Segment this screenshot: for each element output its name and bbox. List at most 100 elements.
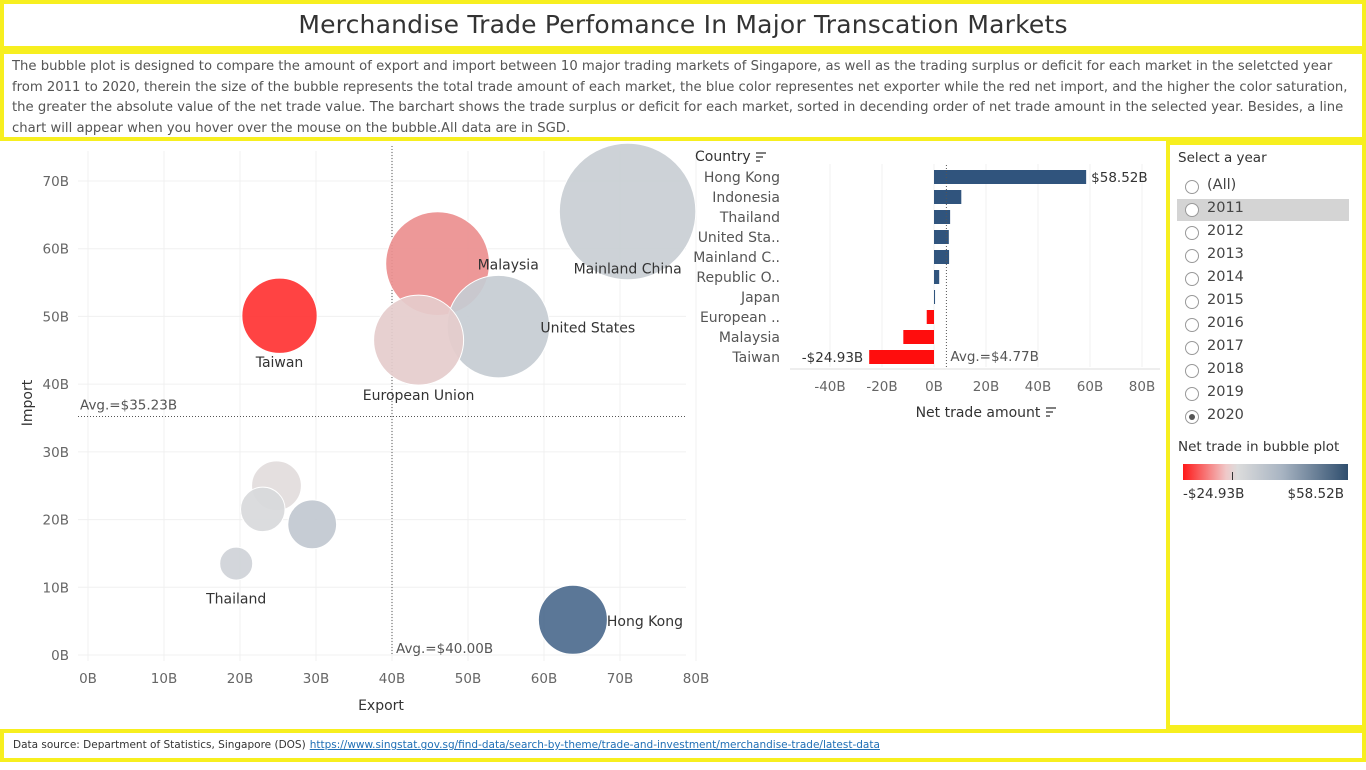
color-legend-zero-tick bbox=[1232, 472, 1233, 480]
year-option[interactable]: 2020 bbox=[1177, 406, 1349, 428]
bubble-plot[interactable]: 0B 10B 20B 30B 40B 50B 60B 70B 80B 0B 10B 20B 30B 40B… bbox=[20, 142, 709, 714]
bar-category-label: Japan bbox=[740, 290, 780, 306]
net-trade-bar[interactable] bbox=[934, 290, 936, 304]
net-trade-bar[interactable] bbox=[903, 330, 934, 344]
bubble-point[interactable] bbox=[373, 294, 465, 386]
radio-circle-icon[interactable] bbox=[1185, 364, 1199, 378]
bar-category-header: Country bbox=[695, 149, 751, 165]
year-option-label: 2013 bbox=[1207, 246, 1244, 262]
net-trade-bar[interactable] bbox=[934, 190, 962, 204]
year-option[interactable]: 2013 bbox=[1177, 245, 1349, 267]
bubble-x-tick-label: 80B bbox=[683, 671, 709, 687]
year-filter-title: Select a year bbox=[1178, 150, 1267, 166]
bubble-point[interactable] bbox=[287, 499, 338, 550]
radio-circle-icon[interactable] bbox=[1185, 387, 1199, 401]
bar-category-label: Taiwan bbox=[731, 350, 780, 366]
bar-x-tick-label: 40B bbox=[1025, 379, 1051, 395]
bubble-point[interactable] bbox=[446, 274, 551, 379]
year-option-label: 2012 bbox=[1207, 223, 1244, 239]
bubble-x-axis-title: Export bbox=[358, 698, 404, 714]
bubble-point[interactable] bbox=[241, 277, 318, 354]
net-trade-bar[interactable] bbox=[869, 350, 934, 364]
bubble-y-avg-label: Avg.=$35.23B bbox=[80, 397, 177, 413]
dashboard-title: Merchandise Trade Perfomance In Major Tr… bbox=[298, 10, 1068, 39]
bubble-x-tick-label: 70B bbox=[607, 671, 633, 687]
color-legend-title: Net trade in bubble plot bbox=[1178, 439, 1340, 455]
year-option-label: 2017 bbox=[1207, 338, 1244, 354]
color-legend-gradient bbox=[1183, 464, 1348, 480]
color-legend-max: $58.52B bbox=[1287, 486, 1345, 502]
bar-category-label: European .. bbox=[700, 310, 780, 326]
year-option[interactable]: 2018 bbox=[1177, 360, 1349, 382]
bubble-x-tick-label: 60B bbox=[531, 671, 557, 687]
bubble-label: European Union bbox=[363, 388, 475, 404]
bubble-y-tick-label: 40B bbox=[43, 377, 69, 393]
year-option-label: 2014 bbox=[1207, 269, 1244, 285]
bubble-x-tick-label: 30B bbox=[303, 671, 329, 687]
radio-circle-icon[interactable] bbox=[1185, 318, 1199, 332]
year-option[interactable]: 2012 bbox=[1177, 222, 1349, 244]
radio-circle-icon[interactable] bbox=[1185, 295, 1199, 309]
year-option-label: 2018 bbox=[1207, 361, 1244, 377]
year-option-label: 2020 bbox=[1207, 407, 1244, 423]
net-trade-bar-chart[interactable]: Country -40B -20B 0B 20B 40B 60B 80B Net trade a… bbox=[693, 149, 1160, 421]
year-option-label: 2016 bbox=[1207, 315, 1244, 331]
year-option-label: 2011 bbox=[1207, 200, 1244, 216]
bar-category-label: Republic O.. bbox=[696, 270, 780, 286]
year-option[interactable]: 2017 bbox=[1177, 337, 1349, 359]
bubble-x-tick-label: 40B bbox=[379, 671, 405, 687]
radio-circle-icon[interactable] bbox=[1185, 272, 1199, 286]
bubble-x-tick-label: 0B bbox=[79, 671, 97, 687]
bar-category-label: Thailand bbox=[719, 210, 780, 226]
sort-icon[interactable] bbox=[756, 152, 766, 162]
bar-x-tick-label: -20B bbox=[866, 379, 897, 395]
radio-circle-icon[interactable] bbox=[1185, 180, 1199, 194]
year-option[interactable]: 2015 bbox=[1177, 291, 1349, 313]
sort-icon[interactable] bbox=[1046, 407, 1056, 417]
bar-x-axis-title: Net trade amount bbox=[916, 405, 1041, 421]
bubble-point[interactable] bbox=[240, 486, 286, 533]
radio-circle-icon[interactable] bbox=[1185, 203, 1199, 217]
bar-avg-label: Avg.=$4.77B bbox=[950, 349, 1039, 365]
radio-circle-icon[interactable] bbox=[1185, 341, 1199, 355]
title-panel: Merchandise Trade Perfomance In Major Tr… bbox=[0, 0, 1366, 50]
bubble-x-tick-label: 10B bbox=[151, 671, 177, 687]
bar-x-tick-label: 0B bbox=[925, 379, 943, 395]
radio-circle-icon[interactable] bbox=[1185, 226, 1199, 240]
year-option-label: (All) bbox=[1207, 177, 1237, 193]
source-link[interactable]: https://www.singstat.gov.sg/find-data/se… bbox=[310, 739, 880, 751]
year-option[interactable]: (All) bbox=[1177, 176, 1349, 198]
bubble-y-tick-label: 30B bbox=[43, 445, 69, 461]
bar-value-label: -$24.93B bbox=[802, 350, 863, 366]
year-option-label: 2015 bbox=[1207, 292, 1244, 308]
bubble-y-axis-title: Import bbox=[20, 379, 36, 426]
year-filter-panel: Select a year (All) 2011 2012 2013 2014 2015 2… bbox=[1166, 141, 1366, 729]
net-trade-bar[interactable] bbox=[934, 210, 951, 224]
year-option[interactable]: 2011 bbox=[1177, 199, 1349, 221]
bar-category-label: Mainland C.. bbox=[693, 250, 780, 266]
bubble-x-tick-label: 20B bbox=[227, 671, 253, 687]
bubble-y-tick-label: 50B bbox=[43, 309, 69, 325]
bubble-x-avg-label: Avg.=$40.00B bbox=[396, 641, 493, 657]
bubble-y-tick-label: 60B bbox=[43, 242, 69, 258]
year-option[interactable]: 2019 bbox=[1177, 383, 1349, 405]
bar-category-label: United Sta.. bbox=[698, 230, 780, 246]
bubble-point[interactable] bbox=[537, 584, 608, 655]
radio-circle-icon[interactable] bbox=[1185, 410, 1199, 424]
source-line: Data source: Department of Statistics, S… bbox=[4, 733, 1362, 757]
bar-x-tick-label: -40B bbox=[814, 379, 845, 395]
year-option[interactable]: 2014 bbox=[1177, 268, 1349, 290]
bubble-point[interactable] bbox=[558, 142, 697, 281]
bubble-label: Hong Kong bbox=[607, 614, 683, 630]
radio-circle-icon[interactable] bbox=[1185, 249, 1199, 263]
bubble-label: Thailand bbox=[205, 592, 266, 608]
year-option[interactable]: 2016 bbox=[1177, 314, 1349, 336]
net-trade-bar[interactable] bbox=[926, 310, 934, 324]
net-trade-bar[interactable] bbox=[934, 270, 940, 284]
dashboard-description: The bubble plot is designed to compare t… bbox=[12, 59, 1348, 136]
net-trade-bar[interactable] bbox=[934, 170, 1087, 184]
bar-x-tick-label: 20B bbox=[973, 379, 999, 395]
bar-value-label: $58.52B bbox=[1091, 170, 1148, 186]
description-panel: The bubble plot is designed to compare t… bbox=[0, 50, 1366, 141]
bubble-point[interactable] bbox=[219, 546, 254, 581]
